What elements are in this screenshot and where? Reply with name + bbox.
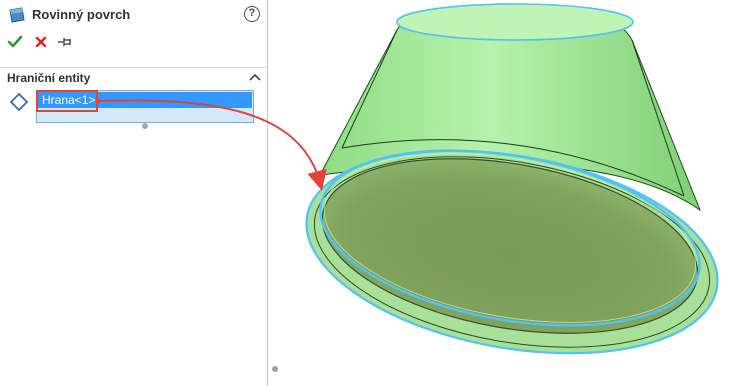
splitter-grip[interactable]: [272, 366, 278, 372]
boundary-entities-header[interactable]: Hraniční entity: [0, 67, 267, 87]
model-top-edge: [396, 3, 634, 41]
planar-surface-icon: [9, 7, 25, 23]
check-icon[interactable]: [6, 33, 24, 51]
panel-title-row: Rovinný povrch ?: [8, 5, 260, 25]
highlight-callout: [36, 90, 98, 112]
close-icon[interactable]: [32, 33, 50, 51]
pushpin-icon[interactable]: [56, 33, 74, 51]
panel-splitter[interactable]: [267, 0, 279, 386]
panel-title: Rovinný povrch: [32, 7, 131, 22]
list-resize-grip[interactable]: [142, 123, 148, 129]
graphics-viewport[interactable]: [280, 0, 750, 386]
property-manager-panel: Rovinný povrch ? Hraniční entity Hrana<1…: [0, 0, 267, 386]
chevron-up-icon[interactable]: [249, 72, 261, 82]
edge-selection-icon: [10, 93, 28, 111]
help-icon[interactable]: ?: [244, 6, 260, 22]
section-title: Hraniční entity: [7, 71, 91, 85]
model-view[interactable]: [280, 0, 750, 386]
action-buttons: [6, 33, 86, 51]
